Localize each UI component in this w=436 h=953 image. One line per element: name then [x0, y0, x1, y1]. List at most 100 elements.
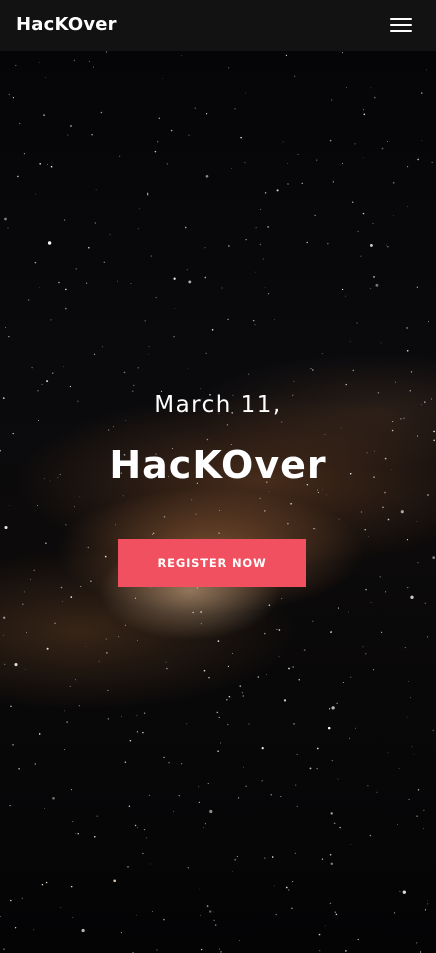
star: [87, 546, 89, 549]
star: [393, 214, 395, 216]
star: [8, 336, 10, 338]
star: [12, 744, 14, 746]
star: [317, 491, 319, 493]
star: [407, 587, 409, 589]
star: [3, 616, 6, 619]
star: [205, 352, 207, 355]
page: HacKOver March 11, HacKOver REGISTER NOW: [0, 0, 436, 953]
star: [417, 789, 420, 791]
star: [45, 542, 47, 545]
star: [145, 837, 147, 839]
star: [432, 556, 436, 559]
star: [113, 879, 117, 883]
star: [200, 611, 202, 613]
star: [151, 533, 153, 535]
star: [3, 948, 5, 950]
star: [174, 307, 175, 309]
star: [259, 243, 262, 246]
star: [261, 780, 263, 782]
star: [135, 914, 137, 916]
star: [104, 555, 107, 558]
star: [9, 804, 11, 807]
star: [205, 113, 208, 115]
star: [331, 759, 334, 762]
star: [92, 66, 94, 68]
star: [203, 669, 206, 672]
star: [376, 791, 378, 793]
star: [52, 372, 54, 374]
star: [173, 810, 174, 812]
star: [144, 320, 146, 322]
star: [80, 585, 82, 588]
star: [345, 383, 347, 386]
hamburger-menu-icon[interactable]: [390, 16, 414, 36]
star: [368, 536, 369, 537]
star: [255, 227, 257, 229]
star: [107, 718, 110, 720]
star: [370, 601, 372, 603]
star: [130, 283, 132, 284]
star: [38, 733, 41, 735]
star: [41, 383, 43, 385]
star: [30, 578, 31, 580]
star: [150, 255, 152, 257]
star: [3, 635, 4, 636]
star: [14, 927, 17, 929]
star: [33, 929, 35, 931]
star: [427, 903, 429, 905]
star: [324, 434, 326, 435]
register-now-button[interactable]: REGISTER NOW: [118, 539, 306, 587]
star: [75, 832, 77, 834]
brand-logo-link[interactable]: HacKOver: [16, 12, 117, 38]
star: [70, 596, 73, 598]
star: [14, 663, 18, 667]
star: [276, 628, 278, 631]
star: [406, 716, 408, 718]
star: [186, 723, 188, 725]
star: [96, 815, 98, 817]
star: [205, 174, 209, 178]
star: [360, 511, 363, 513]
star: [239, 685, 242, 687]
star: [292, 881, 294, 883]
star: [67, 134, 69, 136]
star: [259, 497, 261, 499]
star: [157, 141, 159, 143]
star: [373, 669, 375, 671]
star: [38, 61, 40, 63]
star: [143, 828, 146, 831]
star: [58, 281, 60, 284]
star: [386, 244, 388, 246]
star: [136, 714, 138, 717]
star: [372, 223, 374, 225]
star: [432, 729, 434, 732]
star: [341, 288, 344, 291]
star: [296, 753, 298, 755]
menu-bar: [390, 18, 412, 20]
star: [387, 141, 388, 142]
star: [211, 329, 214, 331]
star: [47, 163, 48, 165]
star: [137, 827, 138, 829]
star: [27, 299, 30, 301]
star: [123, 371, 126, 374]
star: [417, 158, 419, 161]
star: [428, 321, 430, 323]
star: [45, 881, 48, 884]
star: [336, 702, 338, 705]
star: [149, 863, 151, 865]
star: [37, 505, 39, 507]
star: [413, 754, 415, 755]
star: [213, 919, 215, 921]
star: [195, 513, 197, 515]
star: [373, 96, 376, 99]
star: [64, 749, 65, 751]
star: [290, 503, 292, 505]
star: [146, 192, 149, 195]
star: [264, 632, 266, 635]
star: [400, 510, 404, 514]
star: [326, 494, 328, 496]
star: [278, 656, 280, 658]
star: [22, 603, 24, 605]
star: [173, 335, 175, 338]
